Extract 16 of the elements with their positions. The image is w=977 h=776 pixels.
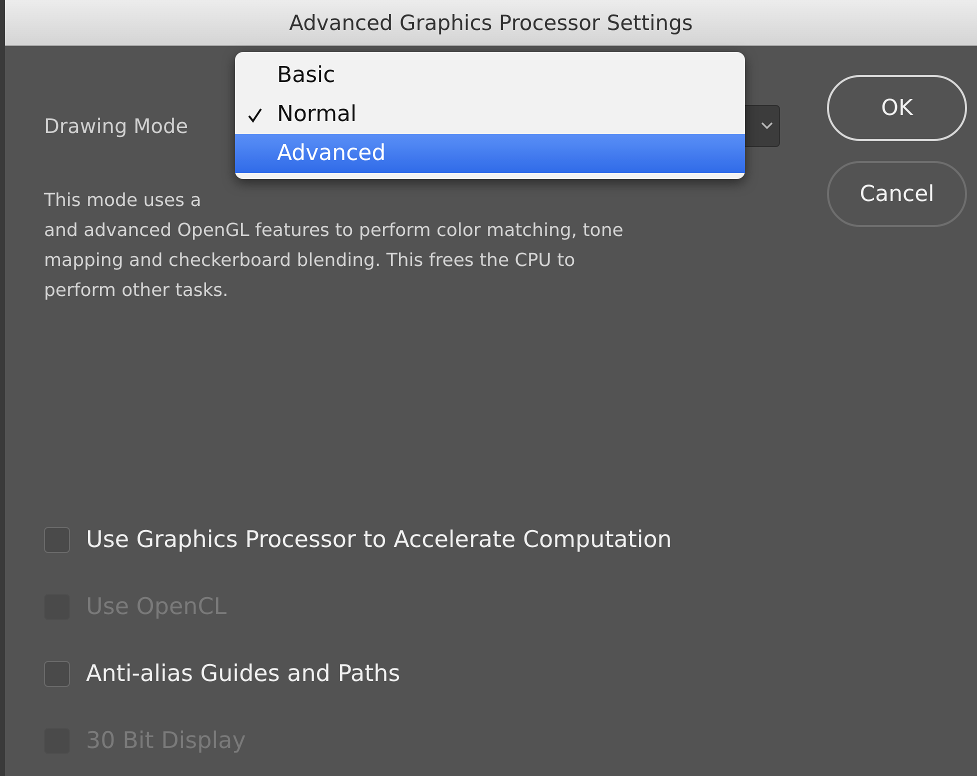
- option-label: Use Graphics Processor to Accelerate Computation: [86, 527, 672, 553]
- checkbox[interactable]: [44, 661, 70, 687]
- ok-button[interactable]: OK: [827, 75, 967, 141]
- checkbox[interactable]: [44, 527, 70, 553]
- menu-item[interactable]: Advanced: [235, 134, 745, 173]
- description-line: perform other tasks.: [44, 279, 230, 303]
- description-line: mapping and checkerboard blending. This frees the CPU to: [44, 249, 576, 273]
- chevron-icon: [761, 122, 773, 130]
- option-label: Anti-alias Guides and Paths: [86, 661, 400, 687]
- description-line: This mode uses a: [44, 189, 202, 213]
- drawing-mode-label: Drawing Mode: [44, 114, 190, 138]
- description-line: and advanced OpenGL features to perform color matching, tone: [44, 219, 624, 243]
- window-title: Advanced Graphics Processor Settings: [289, 10, 693, 34]
- menu-item[interactable]: Basic: [235, 56, 745, 95]
- cancel-button[interactable]: Cancel: [827, 161, 967, 227]
- menu-item[interactable]: Normal: [235, 95, 745, 134]
